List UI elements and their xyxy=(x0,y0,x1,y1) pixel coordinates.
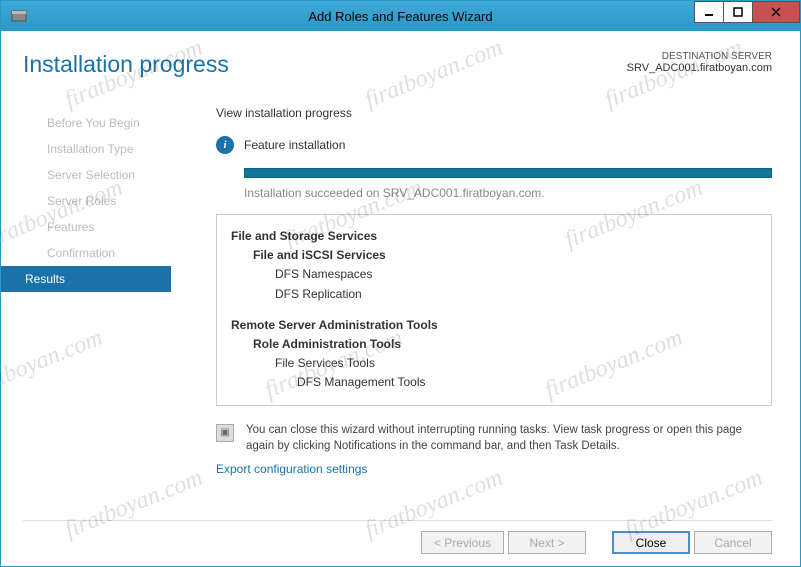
step-before-you-begin: Before You Begin xyxy=(23,110,198,136)
step-confirmation: Confirmation xyxy=(23,240,198,266)
destination-server: SRV_ADC001.firatboyan.com xyxy=(627,62,772,74)
previous-button: < Previous xyxy=(421,531,504,554)
step-server-selection: Server Selection xyxy=(23,162,198,188)
wizard-window: Add Roles and Features Wizard Installati… xyxy=(0,0,801,567)
result-item: DFS Management Tools xyxy=(231,373,757,392)
progress-bar xyxy=(244,168,772,178)
page-title: Installation progress xyxy=(23,51,229,78)
flag-icon: ▣ xyxy=(216,424,234,442)
install-success-text: Installation succeeded on SRV_ADC001.fir… xyxy=(244,186,772,200)
result-item: File and iSCSI Services xyxy=(231,246,757,265)
minimize-button[interactable] xyxy=(694,1,724,23)
info-icon: i xyxy=(216,136,234,154)
close-wizard-button[interactable]: Close xyxy=(612,531,690,554)
steps-sidebar: Before You Begin Installation Type Serve… xyxy=(23,106,198,512)
result-item: Role Administration Tools xyxy=(231,335,757,354)
result-item: DFS Namespaces xyxy=(231,265,757,284)
window-controls xyxy=(695,1,800,23)
result-item: File Services Tools xyxy=(231,354,757,373)
step-installation-type: Installation Type xyxy=(23,136,198,162)
view-progress-label: View installation progress xyxy=(216,106,772,120)
close-button[interactable] xyxy=(752,1,800,23)
maximize-button[interactable] xyxy=(723,1,753,23)
destination-label: DESTINATION SERVER xyxy=(627,51,772,62)
feature-installation-label: Feature installation xyxy=(244,138,345,152)
footer-buttons: < Previous Next > Close Cancel xyxy=(23,520,772,554)
result-item: DFS Replication xyxy=(231,285,757,304)
header-row: Installation progress DESTINATION SERVER… xyxy=(23,51,772,78)
main-panel: View installation progress i Feature ins… xyxy=(198,106,772,512)
hint-text: You can close this wizard without interr… xyxy=(246,422,772,454)
step-server-roles: Server Roles xyxy=(23,188,198,214)
result-item: Remote Server Administration Tools xyxy=(231,316,757,335)
result-item: File and Storage Services xyxy=(231,227,757,246)
export-settings-link[interactable]: Export configuration settings xyxy=(216,462,772,476)
step-results: Results xyxy=(1,266,171,292)
titlebar[interactable]: Add Roles and Features Wizard xyxy=(1,1,800,31)
destination-info: DESTINATION SERVER SRV_ADC001.firatboyan… xyxy=(627,51,772,74)
body: Before You Begin Installation Type Serve… xyxy=(23,106,772,512)
next-button: Next > xyxy=(508,531,586,554)
install-status-row: i Feature installation xyxy=(216,136,772,154)
hint-row: ▣ You can close this wizard without inte… xyxy=(216,422,772,454)
content-area: Installation progress DESTINATION SERVER… xyxy=(1,31,800,566)
cancel-button: Cancel xyxy=(694,531,772,554)
step-features: Features xyxy=(23,214,198,240)
window-title: Add Roles and Features Wizard xyxy=(1,9,800,24)
results-box: File and Storage Services File and iSCSI… xyxy=(216,214,772,406)
